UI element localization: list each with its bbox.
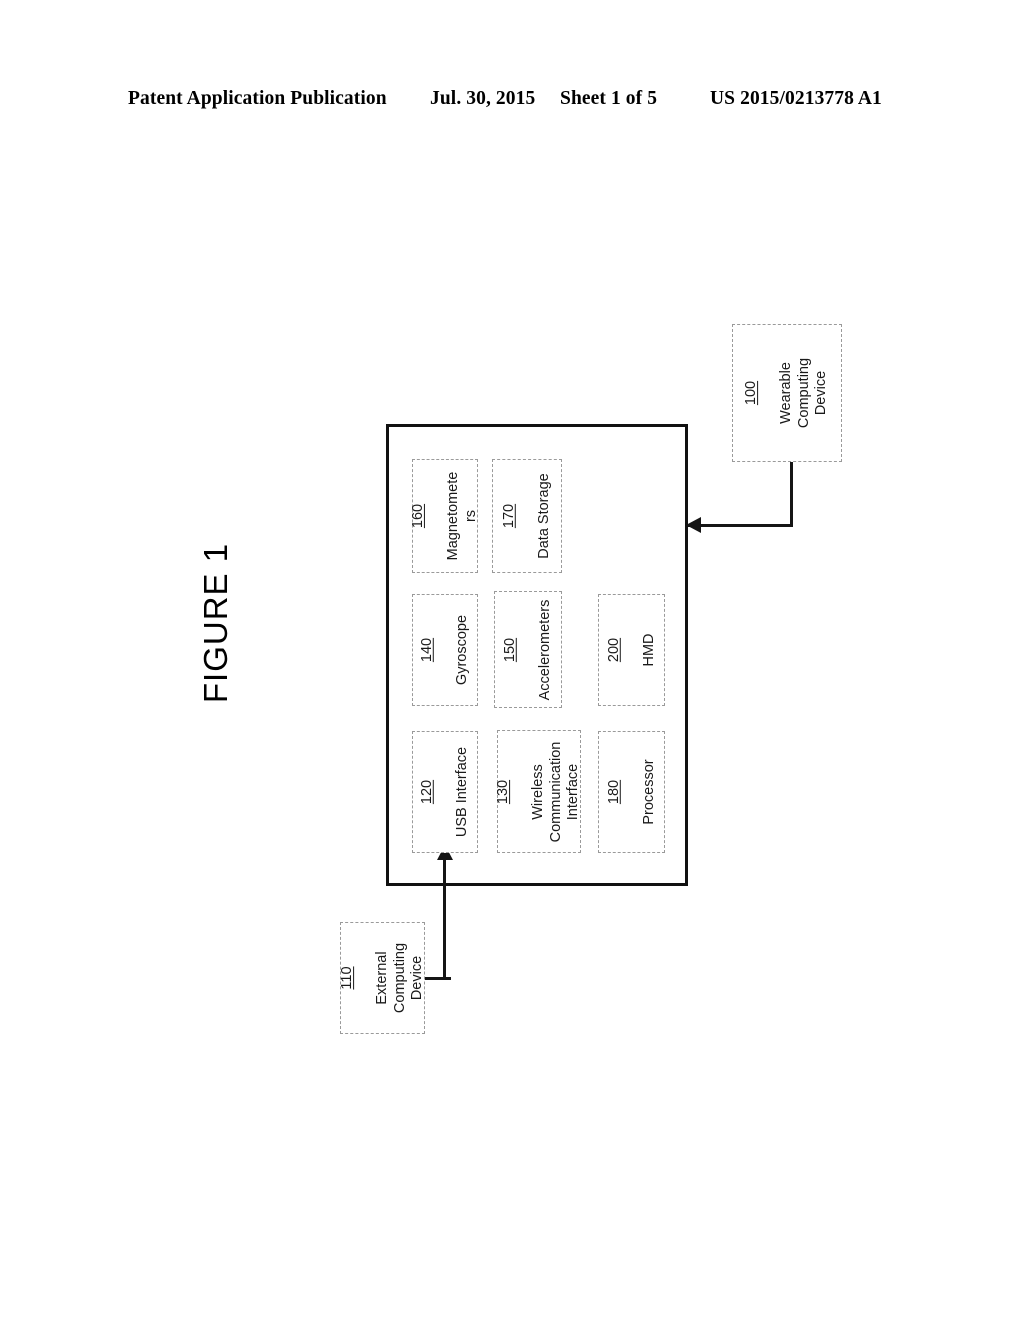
figure-caption: FIGURE 1 (197, 542, 234, 704)
block-wearable-computing-device: 100 Wearable Computing Device (732, 324, 842, 462)
block-wireless-communication-interface-label: 130 Wireless Communication Interface (477, 736, 601, 848)
block-data-storage-label: 170 Data Storage (483, 464, 571, 568)
block-external-computing-device: 110 External Computing Device (338, 922, 425, 1034)
block-wireless-communication-interface: 130 Wireless Communication Interface (495, 730, 582, 853)
block-external-computing-device-label: 110 External Computing Device (321, 928, 445, 1028)
block-wearable-computing-device-text: Wearable Computing Device (778, 357, 830, 429)
block-external-computing-device-text: External Computing Device (373, 942, 426, 1014)
block-magnetometers: 160 Magnetomete rs (409, 459, 479, 573)
block-hmd-text: HMD (640, 633, 657, 667)
connector-wearable-vertical (790, 462, 793, 527)
connector-wearable-horizontal (688, 524, 792, 527)
block-processor: 180 Processor (598, 731, 665, 853)
header-date-label: Jul. 30, 2015 (430, 88, 536, 109)
block-wearable-computing-device-refnum: 100 (742, 380, 759, 406)
block-data-storage: 170 Data Storage (492, 459, 562, 573)
block-external-computing-device-refnum: 110 (338, 966, 355, 990)
block-usb-interface-refnum: 120 (418, 779, 435, 805)
block-accelerometers-refnum: 150 (501, 637, 518, 662)
block-hmd-refnum: 200 (604, 637, 621, 663)
block-wearable-computing-device-label: 100 Wearable Computing Device (725, 330, 849, 456)
block-accelerometers: 150 Accelerometers (494, 591, 562, 708)
block-data-storage-refnum: 170 (500, 503, 517, 529)
block-wireless-communication-interface-text: Wireless Communication Interface (530, 741, 582, 842)
page-header: Patent Application Publication Jul. 30, … (0, 88, 1024, 114)
block-data-storage-text: Data Storage (535, 473, 552, 559)
header-publication-label: Patent Application Publication (128, 88, 387, 109)
block-gyroscope-label: 140 Gyroscope (401, 600, 489, 700)
block-usb-interface: 120 USB Interface (412, 731, 478, 853)
block-gyroscope: 140 Gyroscope (412, 594, 478, 706)
block-usb-interface-label: 120 USB Interface (401, 736, 489, 848)
block-hmd: 200 HMD (598, 594, 665, 706)
block-gyroscope-refnum: 140 (418, 637, 435, 663)
header-publication-number: US 2015/0213778 A1 (710, 88, 882, 109)
block-accelerometers-label: 150 Accelerometers (484, 595, 572, 705)
block-processor-label: 180 Processor (587, 737, 675, 847)
block-magnetometers-text: Magnetomete rs (445, 471, 479, 561)
header-sheet-label: Sheet 1 of 5 (560, 88, 658, 109)
block-magnetometers-refnum: 160 (409, 503, 426, 529)
block-processor-refnum: 180 (604, 779, 621, 805)
block-usb-interface-text: USB Interface (453, 746, 470, 838)
arrowhead-into-enclosure-icon (686, 517, 701, 533)
block-wireless-communication-interface-refnum: 130 (494, 779, 511, 804)
block-hmd-label: 200 HMD (587, 600, 675, 700)
block-processor-text: Processor (640, 759, 657, 825)
block-accelerometers-text: Accelerometers (536, 599, 553, 700)
block-gyroscope-text: Gyroscope (453, 614, 470, 686)
